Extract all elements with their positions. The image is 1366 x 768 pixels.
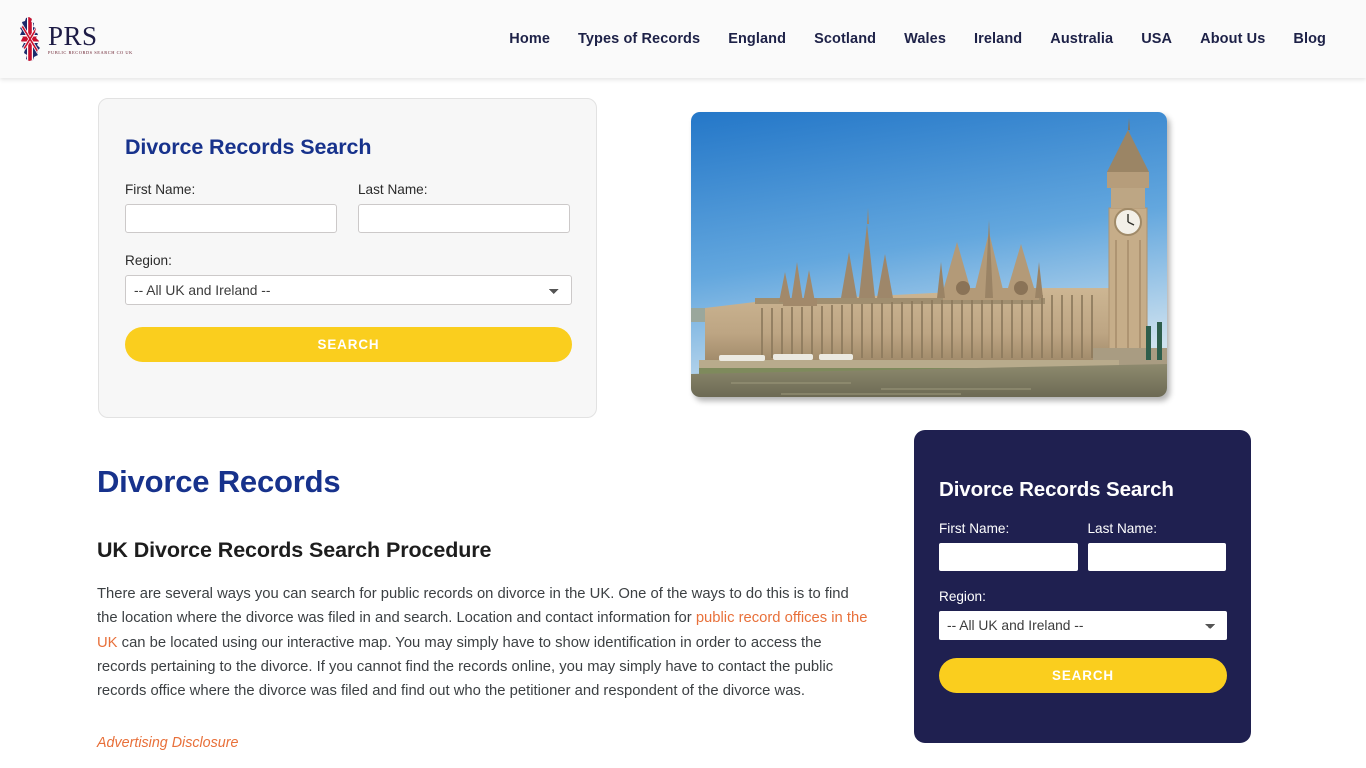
sidebar-search-card: Divorce Records Search First Name: Last … (914, 430, 1251, 743)
hero-region-select[interactable]: -- All UK and Ireland -- (125, 275, 572, 305)
sidebar-last-name-input[interactable] (1087, 543, 1226, 571)
logo-brand: PRS (48, 20, 98, 51)
sidebar-region-select[interactable]: -- All UK and Ireland -- (939, 611, 1227, 640)
hero-region-group: Region: -- All UK and Ireland -- (125, 253, 572, 305)
page-title: Divorce Records (97, 464, 341, 499)
sidebar-last-name-group: Last Name: (1087, 521, 1226, 571)
sidebar-first-name-group: First Name: (939, 521, 1078, 571)
hero-first-name-group: First Name: (125, 182, 337, 233)
hero-search-title: Divorce Records Search (125, 135, 372, 159)
nav-item-types-of-records[interactable]: Types of Records (564, 31, 714, 47)
sidebar-search-title: Divorce Records Search (939, 478, 1174, 501)
sidebar-last-name-label: Last Name: (1087, 521, 1158, 536)
hero-name-fields: First Name: Last Name: (125, 182, 570, 233)
nav-item-about-us[interactable]: About Us (1186, 31, 1279, 47)
nav-item-usa[interactable]: USA (1127, 31, 1186, 47)
hero-first-name-input[interactable] (125, 204, 337, 233)
advertising-disclosure-link[interactable]: Advertising Disclosure (97, 735, 238, 751)
hero-search-card: Divorce Records Search First Name: Last … (98, 98, 597, 418)
section-sub-heading: UK Divorce Records Search Procedure (97, 538, 492, 562)
site-header: PRS PUBLIC RECORDS SEARCH CO UK Home Typ… (0, 0, 1366, 78)
hero-last-name-input[interactable] (358, 204, 570, 233)
nav-item-home[interactable]: Home (495, 31, 564, 47)
main-navigation: Home Types of Records England Scotland W… (495, 31, 1340, 47)
nav-item-blog[interactable]: Blog (1279, 31, 1340, 47)
nav-item-england[interactable]: England (714, 31, 800, 47)
hero-last-name-group: Last Name: (358, 182, 570, 233)
sidebar-region-group: Region: -- All UK and Ireland -- (939, 589, 1227, 640)
sidebar-name-fields: First Name: Last Name: (939, 521, 1226, 571)
hero-first-name-label: First Name: (125, 182, 196, 197)
sidebar-search-button[interactable]: SEARCH (939, 658, 1227, 693)
sidebar-first-name-label: First Name: (939, 521, 1010, 536)
logo-text-block: PRS PUBLIC RECORDS SEARCH CO UK (48, 20, 133, 55)
hero-last-name-label: Last Name: (358, 182, 428, 197)
sidebar-first-name-input[interactable] (939, 543, 1078, 571)
nav-item-wales[interactable]: Wales (890, 31, 960, 47)
hero-section: Divorce Records Search First Name: Last … (0, 78, 1366, 430)
paragraph-text-after-link: can be located using our interactive map… (97, 634, 834, 700)
logo-tagline: PUBLIC RECORDS SEARCH CO UK (48, 49, 133, 55)
sidebar-region-label: Region: (939, 589, 986, 604)
hero-region-label: Region: (125, 253, 172, 268)
body-paragraph: There are several ways you can search fo… (97, 582, 869, 703)
nav-item-australia[interactable]: Australia (1036, 31, 1127, 47)
nav-item-ireland[interactable]: Ireland (960, 31, 1036, 47)
hero-search-button[interactable]: SEARCH (125, 327, 572, 362)
uk-map-union-jack-icon (16, 16, 44, 62)
site-logo[interactable]: PRS PUBLIC RECORDS SEARCH CO UK (16, 13, 132, 65)
nav-item-scotland[interactable]: Scotland (800, 31, 890, 47)
westminster-hero-image (691, 112, 1167, 397)
